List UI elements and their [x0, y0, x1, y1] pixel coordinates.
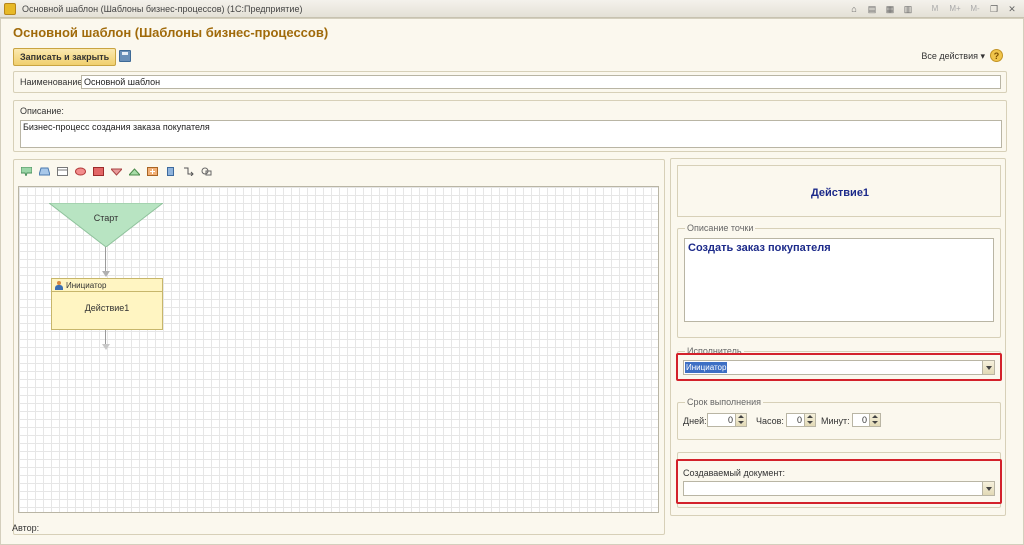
highlight-frame-document	[676, 459, 1002, 504]
description-group: Описание: Бизнес-процесс создания заказа…	[13, 100, 1007, 152]
action-point[interactable]: Инициатор Действие1	[51, 278, 163, 330]
merge-icon[interactable]	[128, 166, 140, 177]
diagram-palette	[20, 166, 212, 177]
memory-button[interactable]: M	[926, 2, 944, 16]
connector-line-2	[105, 330, 106, 344]
point-description-legend: Описание точки	[685, 223, 756, 233]
action-name: Действие1	[84, 303, 130, 313]
close-icon[interactable]: ✕	[1004, 2, 1020, 16]
diagram-canvas[interactable]: Старт Инициатор Действие1	[18, 186, 659, 513]
hours-value: 0	[796, 415, 802, 425]
restore-icon[interactable]: ❐	[986, 2, 1002, 16]
connector-arrow	[102, 271, 110, 277]
memory-subtract-button[interactable]: M-	[966, 2, 984, 16]
decoration-icon[interactable]	[200, 166, 212, 177]
column-icon[interactable]	[164, 166, 176, 177]
name-label: Наименование:	[20, 77, 85, 87]
titlebar-buttons: ⌂ ▤ ▦ ▥ M M+ M- ❐ ✕	[846, 2, 1020, 16]
highlight-frame-executor	[676, 353, 1002, 381]
start-label: Старт	[93, 213, 119, 223]
window-titlebar: Основной шаблон (Шаблоны бизнес-процессо…	[0, 0, 1024, 18]
description-label: Описание:	[20, 106, 64, 116]
days-value: 0	[727, 415, 733, 425]
connector-icon[interactable]	[182, 166, 194, 177]
stepper-arrows-icon[interactable]	[869, 414, 880, 426]
hours-stepper[interactable]: 0	[786, 413, 816, 427]
save-and-close-button[interactable]: Записать и закрыть	[13, 48, 117, 66]
days-label: Дней:	[683, 416, 707, 426]
home-icon[interactable]: ⌂	[846, 2, 862, 16]
start-icon[interactable]	[38, 166, 50, 177]
memory-add-button[interactable]: M+	[946, 2, 964, 16]
app-1c-icon	[4, 3, 16, 15]
name-group: Наименование: Основной шаблон	[13, 71, 1007, 93]
point-title-box: Действие1	[677, 165, 1001, 217]
form-title: Основной шаблон (Шаблоны бизнес-процессо…	[13, 25, 329, 40]
author-label: Автор:	[12, 523, 40, 533]
processing-icon[interactable]	[146, 166, 158, 177]
calendar-icon[interactable]: ▦	[882, 2, 898, 16]
minutes-label: Минут:	[821, 416, 850, 426]
action-role: Инициатор	[66, 280, 107, 290]
connector-line	[105, 247, 106, 273]
deadline-legend: Срок выполнения	[685, 397, 763, 407]
action-header: Инициатор	[52, 279, 162, 292]
connector-arrow-2	[102, 344, 110, 350]
days-stepper[interactable]: 0	[707, 413, 747, 427]
minutes-value: 0	[861, 415, 867, 425]
help-icon[interactable]: ?	[990, 49, 1003, 62]
user-icon	[55, 280, 63, 290]
split-icon[interactable]	[110, 166, 122, 177]
decision-icon[interactable]	[92, 166, 104, 177]
hours-label: Часов:	[756, 416, 784, 426]
activity-icon[interactable]	[20, 166, 32, 177]
stepper-arrows-icon[interactable]	[735, 414, 746, 426]
condition-icon[interactable]	[56, 166, 68, 177]
save-icon[interactable]	[119, 50, 131, 62]
window-title: Основной шаблон (Шаблоны бизнес-процессо…	[22, 4, 303, 14]
minutes-stepper[interactable]: 0	[852, 413, 881, 427]
name-field[interactable]: Основной шаблон	[81, 75, 1001, 89]
document-icon[interactable]: ▤	[864, 2, 880, 16]
point-description-field[interactable]: Создать заказ покупателя	[684, 238, 994, 322]
end-icon[interactable]	[74, 166, 86, 177]
stepper-arrows-icon[interactable]	[804, 414, 815, 426]
point-title: Действие1	[810, 187, 870, 199]
start-point[interactable]	[49, 203, 163, 247]
calculator-icon[interactable]: ▥	[900, 2, 916, 16]
all-actions-menu[interactable]: Все действия ▾	[921, 51, 985, 62]
description-field[interactable]: Бизнес-процесс создания заказа покупател…	[20, 120, 1002, 148]
